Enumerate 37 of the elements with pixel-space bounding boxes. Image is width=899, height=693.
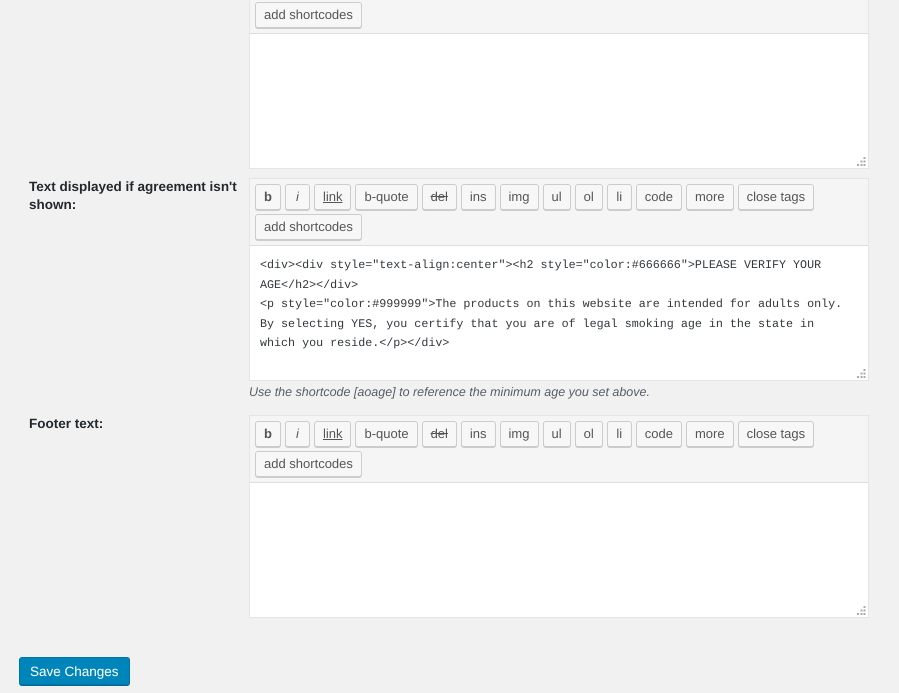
toolbar-button[interactable]: code: [636, 421, 682, 447]
toolbar-button[interactable]: ol: [574, 184, 603, 210]
toolbar-button[interactable]: i: [284, 421, 310, 447]
resize-grip-icon[interactable]: [857, 157, 866, 166]
toolbar-button[interactable]: link: [314, 421, 352, 447]
hint-text: Use the shortcode [aoage] to reference the minimum age you set above.: [249, 384, 651, 401]
toolbar-button[interactable]: ins: [460, 184, 496, 210]
resize-grip-icon[interactable]: [857, 606, 866, 615]
resize-grip-icon[interactable]: [857, 369, 866, 378]
toolbar-button[interactable]: link: [314, 184, 352, 210]
toolbar-button[interactable]: add shortcodes: [255, 451, 362, 477]
toolbar-button[interactable]: li: [606, 421, 632, 447]
toolbar-button[interactable]: del: [422, 184, 457, 210]
toolbar-button[interactable]: ul: [542, 421, 571, 447]
toolbar-button[interactable]: img: [500, 421, 538, 447]
toolbar-button[interactable]: add shortcodes: [255, 214, 362, 240]
field-label: Footer text:: [29, 415, 104, 433]
toolbar-button[interactable]: add shortcodes: [255, 2, 362, 28]
html-code-text: <div><div style="text-align:center"><h2 style="color:#666666">PLEASE VERIFY YOUR AGE</h2></div> <p style="color:#999999">The products on this website are intended for adults only. By selecting YES, you certify that you are of legal smoking age in the state in which you reside.</p></div>: [260, 257, 844, 352]
toolbar-button[interactable]: more: [686, 184, 734, 210]
toolbar-button[interactable]: ol: [574, 421, 603, 447]
toolbar-button[interactable]: img: [500, 184, 538, 210]
toolbar-button[interactable]: more: [686, 421, 734, 447]
toolbar-button[interactable]: b: [255, 184, 281, 210]
toolbar-button[interactable]: close tags: [738, 421, 814, 447]
save-changes-button[interactable]: Save Changes: [19, 657, 130, 685]
toolbar-button[interactable]: ins: [460, 421, 496, 447]
toolbar-button[interactable]: i: [284, 184, 310, 210]
field-label: Text displayed if agreement isn't shown:: [29, 178, 238, 214]
toolbar-button[interactable]: b-quote: [355, 184, 418, 210]
toolbar-button[interactable]: close tags: [738, 184, 814, 210]
toolbar-button[interactable]: code: [636, 184, 682, 210]
toolbar-button[interactable]: del: [422, 421, 457, 447]
toolbar-button[interactable]: b-quote: [355, 421, 418, 447]
toolbar-button[interactable]: ul: [542, 184, 571, 210]
toolbar-button[interactable]: b: [255, 421, 281, 447]
toolbar-button[interactable]: li: [606, 184, 632, 210]
